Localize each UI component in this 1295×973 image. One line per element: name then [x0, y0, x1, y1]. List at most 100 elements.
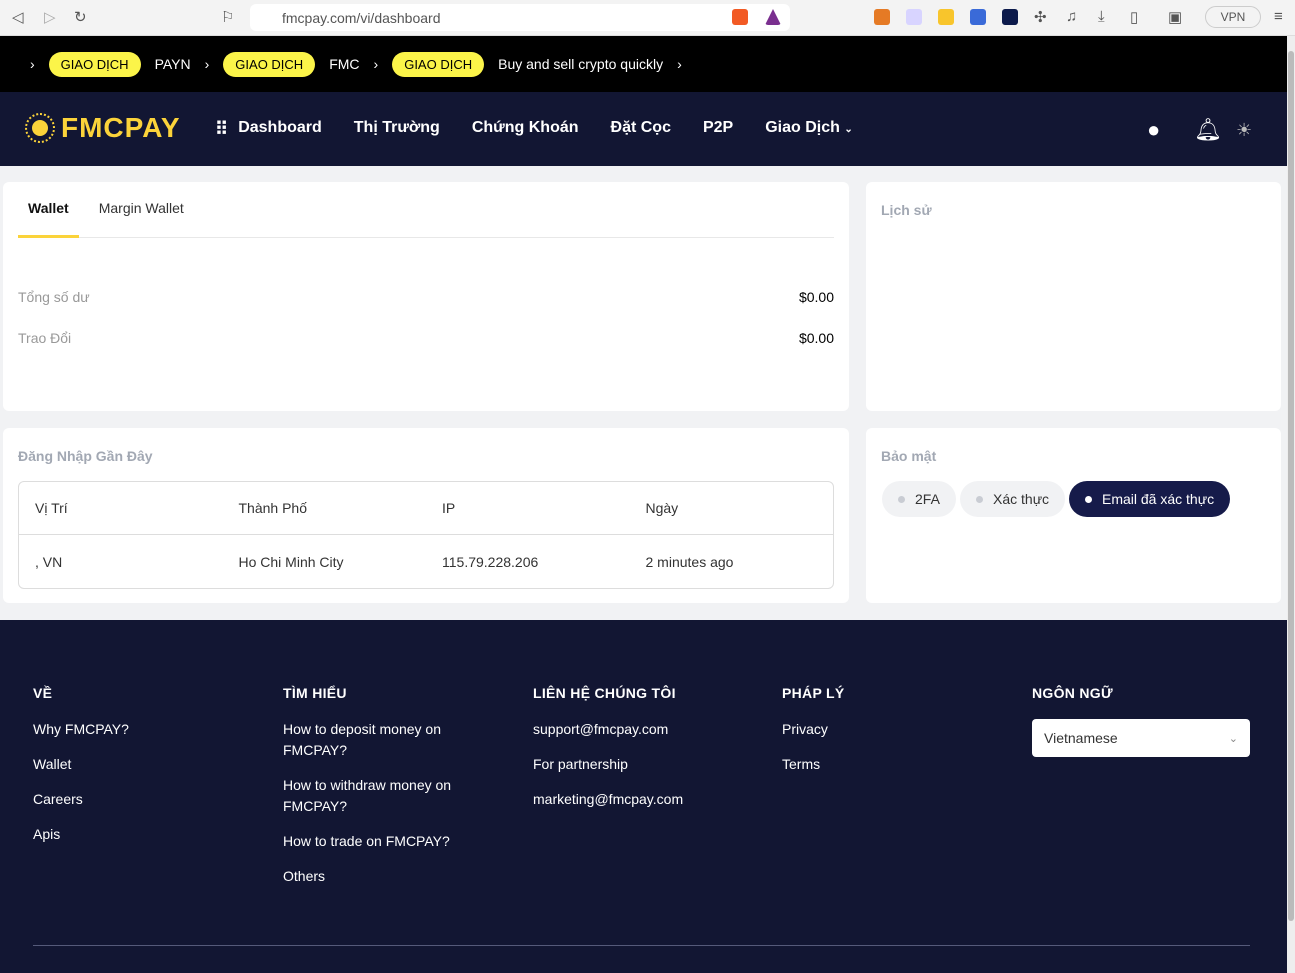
nav-giao-dich[interactable]: Giao Dịch ⌄ — [765, 119, 853, 140]
brave-shield-icon[interactable] — [732, 9, 748, 25]
footer-link[interactable]: How to deposit money on FMCPAY? — [283, 719, 468, 761]
download-icon[interactable]: ⤓ — [1098, 8, 1105, 25]
menu-icon[interactable]: ≡ — [1274, 8, 1283, 25]
ticker-badge[interactable]: GIAO DỊCH — [223, 51, 316, 77]
vpn-label: VPN — [1220, 10, 1246, 24]
balance-label: Tổng số dư — [18, 289, 90, 305]
footer-link[interactable]: Others — [283, 866, 468, 887]
footer-link[interactable]: For partnership — [533, 754, 733, 775]
user-icon[interactable]: ● — [1147, 117, 1160, 143]
exchange-label: Trao Đổi — [18, 330, 72, 346]
bookmark-icon[interactable]: ⚐ — [221, 8, 234, 26]
logo-text: FMCPAY — [61, 112, 181, 143]
puzzle-icon[interactable]: ✣ — [1034, 8, 1047, 26]
status-dot-icon — [1085, 495, 1092, 503]
cell-location: , VN — [35, 553, 63, 570]
translate-icon[interactable] — [970, 9, 986, 25]
chip-verification[interactable]: Xác thực — [960, 481, 1066, 517]
vpn-button[interactable]: VPN — [1205, 6, 1261, 28]
footer-heading: VỀ — [33, 685, 53, 701]
col-city: Thành Phố — [222, 482, 426, 535]
url-text: fmcpay.com/vi/dashboard — [282, 9, 441, 26]
chip-2fa[interactable]: 2FA — [882, 481, 956, 517]
music-icon[interactable]: ♫ — [1066, 8, 1077, 25]
col-location: Vị Trí — [19, 482, 223, 535]
footer-col-learn: TÌM HIỂU How to deposit money on FMCPAY?… — [283, 685, 468, 901]
reload-icon[interactable]: ↻ — [74, 8, 87, 26]
language-select[interactable]: Vietnamese ⌄ — [1032, 719, 1250, 757]
nav-giao-dich-label: Giao Dịch — [765, 119, 840, 136]
security-title: Bảo mật — [881, 448, 937, 464]
main-nav: FMCPAY ⠿ Dashboard Thị Trường Chứng Khoá… — [0, 92, 1287, 166]
language-value: Vietnamese — [1044, 730, 1118, 746]
apps-grid-icon[interactable]: ⠿ — [215, 119, 228, 140]
footer-divider — [33, 945, 1250, 946]
back-icon[interactable]: ◁ — [12, 8, 24, 26]
footer-link[interactable]: Wallet — [33, 754, 233, 775]
col-ip: IP — [426, 482, 630, 535]
footer-link[interactable]: support@fmcpay.com — [533, 719, 733, 740]
footer-heading: NGÔN NGỮ — [1032, 685, 1113, 701]
history-card: Lịch sử — [866, 182, 1281, 411]
status-dot-icon — [898, 495, 905, 503]
table-row: , VN Ho Chi Minh City 115.79.228.206 2 minu… — [19, 535, 833, 588]
ticker-text[interactable]: PAYN — [155, 56, 191, 72]
footer-col-legal: PHÁP LÝ Privacy Terms — [782, 685, 982, 789]
ticker-badge[interactable]: GIAO DỊCH — [392, 51, 485, 77]
footer-col-about: VỀ Why FMCPAY? Wallet Careers Apis — [33, 685, 233, 859]
footer-heading: PHÁP LÝ — [782, 685, 845, 701]
logo[interactable]: FMCPAY — [25, 112, 181, 144]
footer-link[interactable]: Careers — [33, 789, 233, 810]
nav-dat-coc[interactable]: Đặt Cọc — [611, 119, 671, 140]
ticker-text[interactable]: FMC — [329, 56, 359, 72]
footer-link[interactable]: How to withdraw money on FMCPAY? — [283, 775, 468, 817]
nav-dashboard[interactable]: Dashboard — [238, 119, 322, 140]
wallet-icon[interactable]: ▣ — [1168, 8, 1182, 26]
extension-icon[interactable] — [906, 9, 922, 25]
recent-logins-card: Đăng Nhập Gần Đây Vị Trí Thành Phố IP Ngày … — [3, 428, 849, 603]
h-extension-icon[interactable] — [1002, 9, 1018, 25]
forward-icon[interactable]: ▷ — [44, 8, 56, 26]
security-card: Bảo mật 2FA Xác thực Email đã xác thực — [866, 428, 1281, 603]
nav-thi-truong[interactable]: Thị Trường — [354, 119, 440, 140]
footer-link[interactable]: marketing@fmcpay.com — [533, 789, 733, 810]
footer-link[interactable]: Why FMCPAY? — [33, 719, 233, 740]
metamask-icon[interactable] — [874, 9, 890, 25]
recent-logins-title: Đăng Nhập Gần Đây — [18, 448, 153, 464]
ticker-text[interactable]: Buy and sell crypto quickly — [498, 56, 663, 72]
chip-email-verified[interactable]: Email đã xác thực — [1069, 481, 1231, 517]
ticker-bar: › GIAO DỊCH PAYN › GIAO DỊCH FMC › GIAO … — [0, 36, 1287, 92]
footer-heading: LIÊN HỆ CHÚNG TÔI — [533, 685, 676, 701]
footer: VỀ Why FMCPAY? Wallet Careers Apis TÌM H… — [0, 620, 1287, 973]
chevron-down-icon: ⌄ — [844, 124, 853, 135]
wallet-card: Wallet Margin Wallet Tổng số dư $0.00 Tra… — [3, 182, 849, 411]
chevron-right-icon: › — [677, 56, 682, 72]
ticker-badge[interactable]: GIAO DỊCH — [48, 51, 141, 77]
star-extension-icon[interactable] — [938, 9, 954, 25]
sidebar-icon[interactable]: ▯ — [1130, 8, 1138, 26]
history-title: Lịch sử — [881, 202, 932, 218]
footer-link[interactable]: Terms — [782, 754, 982, 775]
cell-city: Ho Chi Minh City — [238, 553, 344, 570]
footer-link[interactable]: How to trade on FMCPAY? — [283, 831, 468, 852]
logins-table: Vị Trí Thành Phố IP Ngày , VN Ho Chi Minh Ci… — [18, 481, 834, 589]
footer-col-contact: LIÊN HỆ CHÚNG TÔI support@fmcpay.com For… — [533, 685, 733, 824]
chevron-right-icon: › — [204, 56, 210, 72]
bell-icon[interactable]: 🔔︎ — [1194, 117, 1222, 143]
cell-ip: 115.79.228.206 — [442, 553, 539, 570]
chip-label: Email đã xác thực — [1102, 491, 1215, 507]
tab-margin-wallet[interactable]: Margin Wallet — [89, 182, 194, 238]
footer-link[interactable]: Privacy — [782, 719, 982, 740]
nav-chung-khoan[interactable]: Chứng Khoán — [472, 119, 579, 140]
exchange-value: $0.00 — [798, 330, 834, 346]
nav-p2p[interactable]: P2P — [703, 119, 733, 140]
address-bar[interactable]: fmcpay.com/vi/dashboard — [250, 4, 790, 31]
footer-link[interactable]: Apis — [33, 824, 233, 845]
col-date: Ngày — [629, 482, 833, 535]
theme-toggle-icon[interactable]: ☀ — [1236, 120, 1252, 141]
footer-col-language: NGÔN NGỮ Vietnamese ⌄ — [1032, 685, 1262, 757]
tab-wallet[interactable]: Wallet — [18, 182, 79, 238]
footer-heading: TÌM HIỂU — [283, 685, 347, 701]
cell-date: 2 minutes ago — [645, 553, 734, 570]
scrollbar[interactable] — [1287, 36, 1295, 973]
